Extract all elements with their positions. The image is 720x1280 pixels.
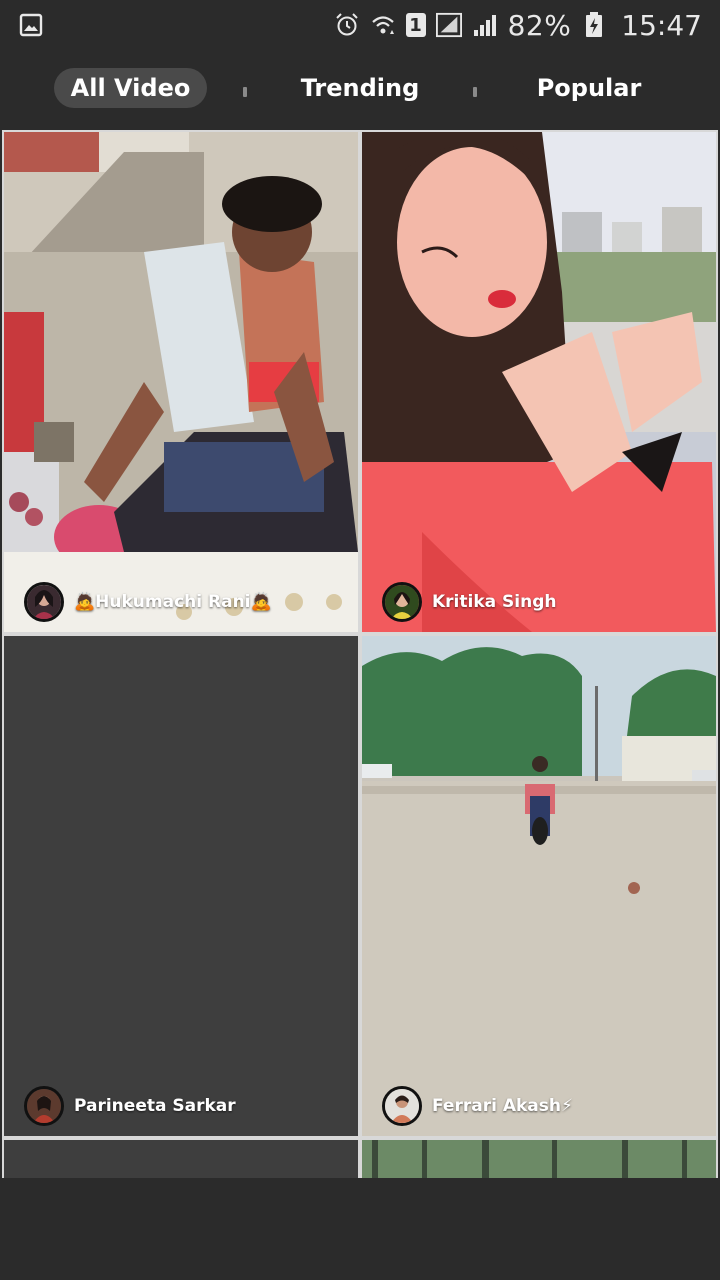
video-grid: 🙇Hukumachi Rani🙇 Kritika Singh Parineeta… — [2, 130, 718, 1178]
avatar[interactable] — [382, 1086, 422, 1126]
signal-icon — [472, 12, 498, 38]
tab-separator — [473, 87, 477, 97]
alarm-icon — [334, 12, 360, 38]
clock: 15:47 — [621, 8, 702, 42]
tab-popular[interactable]: Popular — [524, 68, 654, 108]
battery-charging-icon — [581, 12, 607, 38]
avatar[interactable] — [24, 582, 64, 622]
author-name[interactable]: Kritika Singh — [432, 592, 556, 612]
sim-1-icon: 1 — [405, 13, 426, 37]
video-author-row: Kritika Singh — [382, 582, 556, 622]
video-thumbnail-placeholder — [4, 636, 358, 1136]
video-card[interactable] — [362, 1140, 716, 1178]
video-card[interactable] — [4, 1140, 358, 1178]
bottom-area — [0, 1178, 720, 1280]
author-name[interactable]: Parineeta Sarkar — [74, 1096, 236, 1116]
author-name[interactable]: 🙇Hukumachi Rani🙇 — [74, 592, 272, 612]
video-author-row: 🙇Hukumachi Rani🙇 — [24, 582, 272, 622]
tab-separator — [243, 87, 247, 97]
author-name[interactable]: Ferrari Akash⚡ — [432, 1096, 573, 1116]
gallery-notification-icon — [18, 12, 44, 38]
video-author-row: Ferrari Akash⚡ — [382, 1086, 573, 1126]
video-thumbnail — [362, 132, 716, 632]
video-thumbnail — [362, 636, 716, 1136]
signal-icon — [435, 12, 462, 38]
category-tabs: All Video Trending Popular — [0, 50, 720, 128]
video-card[interactable]: Ferrari Akash⚡ — [362, 636, 716, 1136]
video-thumbnail — [4, 132, 358, 632]
status-bar: 1 82% 15:47 — [0, 0, 720, 50]
tab-trending[interactable]: Trending — [290, 68, 430, 108]
avatar[interactable] — [382, 582, 422, 622]
video-author-row: Parineeta Sarkar — [24, 1086, 236, 1126]
battery-percent: 82% — [507, 8, 572, 42]
video-card[interactable]: 🙇Hukumachi Rani🙇 — [4, 132, 358, 632]
video-card[interactable]: Kritika Singh — [362, 132, 716, 632]
video-thumbnail — [362, 1140, 716, 1178]
avatar[interactable] — [24, 1086, 64, 1126]
video-card[interactable]: Parineeta Sarkar — [4, 636, 358, 1136]
wifi-icon — [370, 12, 396, 38]
tab-all-video[interactable]: All Video — [54, 68, 207, 108]
